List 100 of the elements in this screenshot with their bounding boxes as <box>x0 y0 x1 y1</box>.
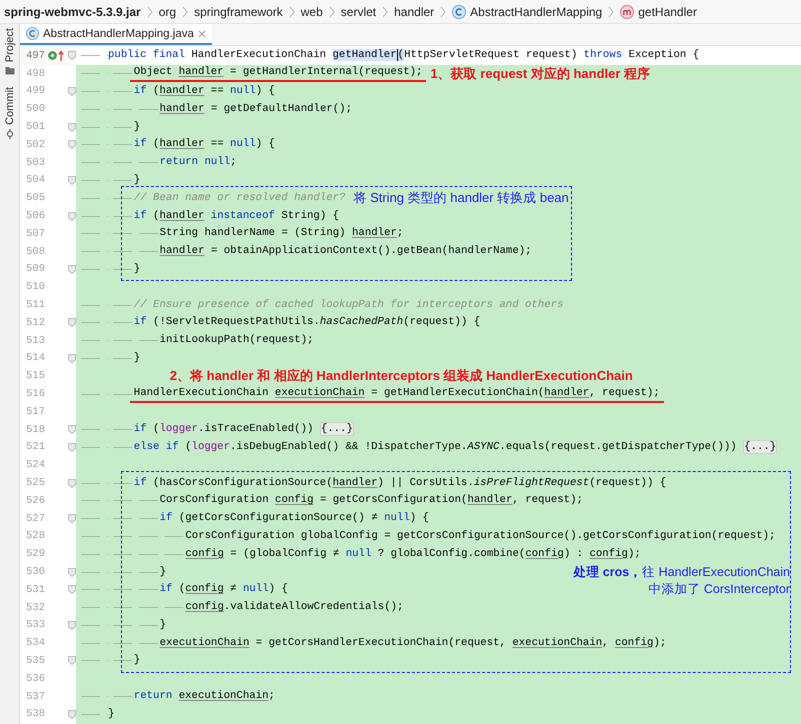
line-number: 524 <box>25 459 45 472</box>
chevron-icon <box>608 6 614 18</box>
code-line: } <box>160 564 166 580</box>
fold-marker-icon[interactable] <box>68 212 76 221</box>
line-number: 527 <box>25 512 45 525</box>
code-line: config = (globalConfig ≠ null ? globalConfig.combine(config) : config); <box>185 546 641 562</box>
line-number: 498 <box>25 68 45 80</box>
tool-window-button[interactable]: Commit <box>4 87 16 140</box>
code-line: config.validateAllowCredentials(); <box>185 600 404 616</box>
line-number: 506 <box>25 210 45 222</box>
code-line: return executionChain; <box>134 689 275 704</box>
fold-marker-icon[interactable] <box>68 318 76 328</box>
fold-marker-icon[interactable] <box>68 354 76 363</box>
line-number: 517 <box>25 406 45 418</box>
line-number: 516 <box>25 388 45 400</box>
tool-window-button[interactable]: Project <box>4 28 16 76</box>
code-line: initLookupPath(request); <box>160 333 314 348</box>
chevron-icon <box>328 6 335 18</box>
chevron-icon <box>440 6 446 18</box>
fold-marker-icon[interactable] <box>68 176 76 185</box>
line-number: 538 <box>25 708 45 720</box>
code-line: if (handler == null) { <box>134 137 275 152</box>
line-number: 497 <box>25 50 45 62</box>
fold-marker-icon[interactable] <box>68 442 76 452</box>
fold-marker-icon[interactable] <box>68 86 76 96</box>
line-number: 533 <box>25 619 45 632</box>
line-number: 537 <box>25 690 45 703</box>
fold-marker-icon[interactable] <box>68 122 76 132</box>
fold-marker-icon[interactable] <box>68 264 76 274</box>
line-number: 502 <box>25 138 45 151</box>
annotation-text: 将 String 类型的 handler 转换成 bean <box>353 189 569 208</box>
close-icon[interactable] <box>198 30 206 38</box>
annotation-text: 处理 cros，往 HandlerExecutionChain 中添加了 CorsInterceptor <box>573 564 790 598</box>
code-line: handler = obtainApplicationContext().getBean(handlerName); <box>160 244 532 260</box>
line-number: 499 <box>25 85 45 98</box>
code-line: // Ensure presence of cached lookupPath for interceptors and others <box>134 298 564 313</box>
code-line: if (logger.isTraceEnabled()) {...} <box>134 422 354 438</box>
line-number: 515 <box>25 370 45 382</box>
breadcrumb-item[interactable]: getHandler <box>638 4 697 20</box>
line-number: 509 <box>25 263 45 276</box>
line-number: 503 <box>25 156 45 169</box>
fold-marker-icon[interactable] <box>68 620 76 630</box>
breadcrumb-item[interactable]: springframework <box>194 4 283 20</box>
line-number: 512 <box>25 316 45 329</box>
code-line: return null; <box>160 155 237 170</box>
method-icon <box>620 4 634 18</box>
fold-marker-icon[interactable] <box>68 585 76 594</box>
code-line: } <box>108 706 114 722</box>
annotation-text: 1、获取 request 对应的 handler 程序 <box>430 64 650 83</box>
line-number: 536 <box>25 672 45 685</box>
code-line: executionChain = getCorsHandlerExecutionChain(request, executionChain, config); <box>160 636 666 651</box>
up-arrow-icon[interactable] <box>58 50 64 62</box>
code-line: handler = getDefaultHandler(); <box>160 102 352 117</box>
line-number: 528 <box>25 530 45 542</box>
chevron-icon <box>182 6 188 18</box>
breadcrumb-item[interactable]: spring-webmvc-5.3.9.jar <box>4 4 141 20</box>
fold-marker-icon[interactable] <box>68 425 76 434</box>
fold-marker-icon[interactable] <box>68 656 76 666</box>
code-line: Object handler = getHandlerInternal(request); <box>130 65 426 82</box>
line-number: 530 <box>25 566 45 578</box>
line-number: 514 <box>25 352 45 364</box>
line-number: 532 <box>25 602 45 614</box>
chevron-icon <box>288 6 295 18</box>
line-number: 504 <box>25 174 45 186</box>
line-number: 526 <box>25 494 45 507</box>
fold-marker-icon[interactable] <box>68 710 76 719</box>
line-number: 525 <box>25 477 45 490</box>
code-line: HandlerExecutionChain executionChain = getHandlerExecutionChain(handler, request); <box>130 386 664 403</box>
code-line: if (hasCorsConfigurationSource(handler) || CorsUtils.isPreFlightRequest(request)) { <box>134 476 666 491</box>
line-number: 511 <box>25 299 45 312</box>
breadcrumb-item[interactable]: AbstractHandlerMapping <box>470 4 602 20</box>
line-number: 529 <box>25 548 45 560</box>
breadcrumb-item[interactable]: web <box>300 4 323 20</box>
code-line: if (!ServletRequestPathUtils.hasCachedPath(request)) { <box>134 315 480 330</box>
code-line: public final HandlerExecutionChain getHandler(HttpServletRequest request) throws Exception { <box>108 48 700 64</box>
breadcrumb-item[interactable]: org <box>158 4 176 20</box>
code-line: CorsConfiguration config = getCorsConfiguration(handler, request); <box>160 493 583 508</box>
fold-marker-icon[interactable] <box>68 140 76 150</box>
editor-tab[interactable]: AbstractHandlerMapping.java <box>20 24 212 45</box>
line-number: 534 <box>25 637 45 650</box>
line-number: 508 <box>25 246 45 258</box>
fold-marker-icon[interactable] <box>68 514 76 524</box>
fold-marker-icon[interactable] <box>68 51 76 60</box>
fold-marker-icon[interactable] <box>68 478 76 488</box>
chevron-icon <box>146 6 153 18</box>
line-number: 518 <box>25 424 45 436</box>
line-number: 507 <box>25 228 45 240</box>
breadcrumb-item[interactable]: servlet <box>340 4 376 20</box>
fold-marker-icon[interactable] <box>68 568 76 576</box>
line-number: 513 <box>25 334 45 347</box>
breadcrumb-item[interactable]: handler <box>394 4 434 20</box>
code-line: CorsConfiguration globalConfig = getCorsConfigurationSource().getCorsConfiguration(request); <box>185 528 776 544</box>
code-line: } <box>160 618 166 633</box>
line-number: 535 <box>25 654 45 667</box>
code-line: if (config ≠ null) { <box>160 582 288 598</box>
code-line: } <box>134 350 140 366</box>
folder-icon <box>4 66 14 76</box>
code-line: if (getCorsConfigurationSource() ≠ null) { <box>160 511 429 526</box>
override-icon[interactable] <box>48 51 57 60</box>
code-line: else if (logger.isDebugEnabled() && !DispatcherType.ASYNC.equals(request.getDispatcherType())) {...} <box>134 440 778 455</box>
